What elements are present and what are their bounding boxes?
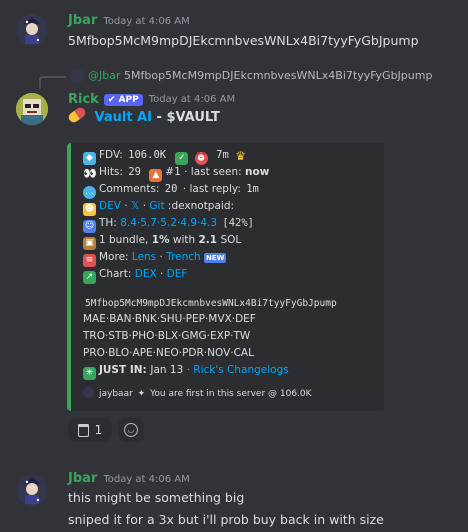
links-row-3[interactable]: PRO·BLO·APE·NEO·PDR·NOV·CAL: [83, 347, 254, 359]
new-badge: NEW: [204, 253, 227, 263]
age-value: 7m: [214, 149, 231, 161]
bot-icon: ✦: [137, 389, 146, 399]
more-line: ≡ More: Lens · Trench NEW: [83, 251, 227, 267]
eyes-icon: 👀: [83, 167, 97, 180]
avatar-rick[interactable]: [16, 93, 48, 125]
author-name[interactable]: Jbar: [68, 13, 97, 28]
author-name[interactable]: Rick: [68, 92, 99, 107]
sparkle-icon: ✳: [83, 367, 96, 380]
reply-preview[interactable]: @Jbar 5Mfbop5McM9mpDJEkcmnbvesWNLx4Bi7ty…: [88, 69, 432, 82]
message-text-line-1: this might be something big: [68, 490, 245, 505]
alarm-clock-icon: ⏰: [194, 152, 208, 165]
message-header: Jbar Today at 4:06 AM: [68, 471, 190, 486]
author-name[interactable]: Jbar: [68, 471, 97, 486]
just-in-line: ✳ JUST IN: Jan 13 · Rick's Changelogs: [83, 364, 289, 380]
bot-message-header: Rick ✔ APP Today at 4:06 AM: [68, 92, 235, 107]
speech-bubble-icon: …: [83, 186, 96, 199]
dev-line: ☻ DEV · 𝕏 · Git :dexnotpaid:: [83, 200, 235, 216]
title-link[interactable]: Vault AI: [95, 110, 152, 125]
th-values[interactable]: 8.4·5.7·5.2·4.9·4.3: [120, 217, 217, 229]
contract-address[interactable]: 5Mfbop5McM9mpDJEkcmnbvesWNLx4Bi7tyyFyGbJ…: [83, 297, 339, 309]
embed-footer: jaybaar ✦ You are first in this server @…: [83, 387, 312, 399]
checkmark-icon: ✓: [175, 152, 189, 165]
bot-title: Vault AI - $VAULT: [66, 105, 220, 125]
title-rest: - $VAULT: [152, 110, 220, 125]
timestamp: Today at 4:06 AM: [148, 94, 236, 105]
people-icon: ☺: [83, 220, 96, 233]
lens-link[interactable]: Lens: [132, 251, 156, 263]
changelog-link[interactable]: Rick's Changelogs: [193, 364, 288, 376]
git-link[interactable]: Git: [149, 200, 164, 212]
trench-link[interactable]: Trench: [166, 251, 201, 263]
def-link[interactable]: DEF: [167, 268, 188, 280]
developer-icon: ☻: [83, 203, 96, 216]
reply-author: @Jbar: [88, 69, 121, 82]
add-reaction-icon: ◡: [124, 423, 138, 437]
message-text: 5Mfbop5McM9mpDJEkcmnbvesWNLx4Bi7tyyFyGbJ…: [68, 33, 419, 48]
dex-link[interactable]: DEX: [135, 268, 157, 280]
chart-line: ↗ Chart: DEX · DEF: [83, 268, 187, 284]
fire-icon: ▲: [149, 169, 163, 182]
reaction-trash-can[interactable]: 1: [68, 418, 112, 442]
package-icon: ▣: [83, 237, 96, 250]
bundle-line: ▣ 1 bundle, 1% with 2.1 SOL: [83, 234, 241, 250]
th-line: ☺ TH: 8.4·5.7·5.2·4.9·4.3 [42%]: [83, 217, 256, 233]
message-header: Jbar Today at 4:06 AM: [68, 13, 190, 28]
avatar-jbar[interactable]: [16, 474, 48, 506]
message-text-line-2: sniped it for a 3x but i'll prob buy bac…: [68, 512, 384, 527]
avatar-jbar[interactable]: [16, 14, 48, 46]
footer-avatar: [83, 387, 94, 398]
fdv-line: ◆ FDV: 106.0K ✓ ⏰ 7m ♛: [83, 149, 250, 165]
links-row-1[interactable]: MAE·BAN·BNK·SHU·PEP·MVX·DEF: [83, 313, 256, 325]
reply-spine: [39, 76, 66, 89]
x-link[interactable]: 𝕏: [131, 200, 139, 212]
timestamp: Today at 4:06 AM: [103, 474, 190, 485]
pill-icon: [66, 105, 88, 125]
add-reaction-button[interactable]: ◡: [118, 418, 144, 442]
links-row-2[interactable]: TRO·STB·PHO·BLX·GMG·EXP·TW: [83, 330, 250, 342]
comments-line: … Comments: 20 · last reply: 1m: [83, 183, 261, 199]
reply-avatar: [70, 69, 84, 83]
bot-embed: ◆ FDV: 106.0K ✓ ⏰ 7m ♛ 👀 Hits: 29 ▲ #1 · la…: [67, 143, 384, 411]
trash-can-emoji-icon: [77, 423, 89, 437]
hits-line: 👀 Hits: 29 ▲ #1 · last seen: now: [83, 166, 270, 182]
app-badge: ✔ APP: [103, 93, 143, 106]
chart-icon: ↗: [83, 271, 96, 284]
reaction-count: 1: [94, 423, 103, 437]
dev-link[interactable]: DEV: [99, 200, 121, 212]
reply-text: 5Mfbop5McM9mpDJEkcmnbvesWNLx4Bi7tyyFyGbJ…: [124, 69, 433, 82]
diamond-icon: ◆: [83, 152, 96, 165]
books-icon: ≡: [83, 254, 96, 267]
fdv-value: 106.0K: [126, 149, 169, 161]
timestamp: Today at 4:06 AM: [103, 16, 190, 27]
crown-icon: ♛: [235, 149, 246, 163]
